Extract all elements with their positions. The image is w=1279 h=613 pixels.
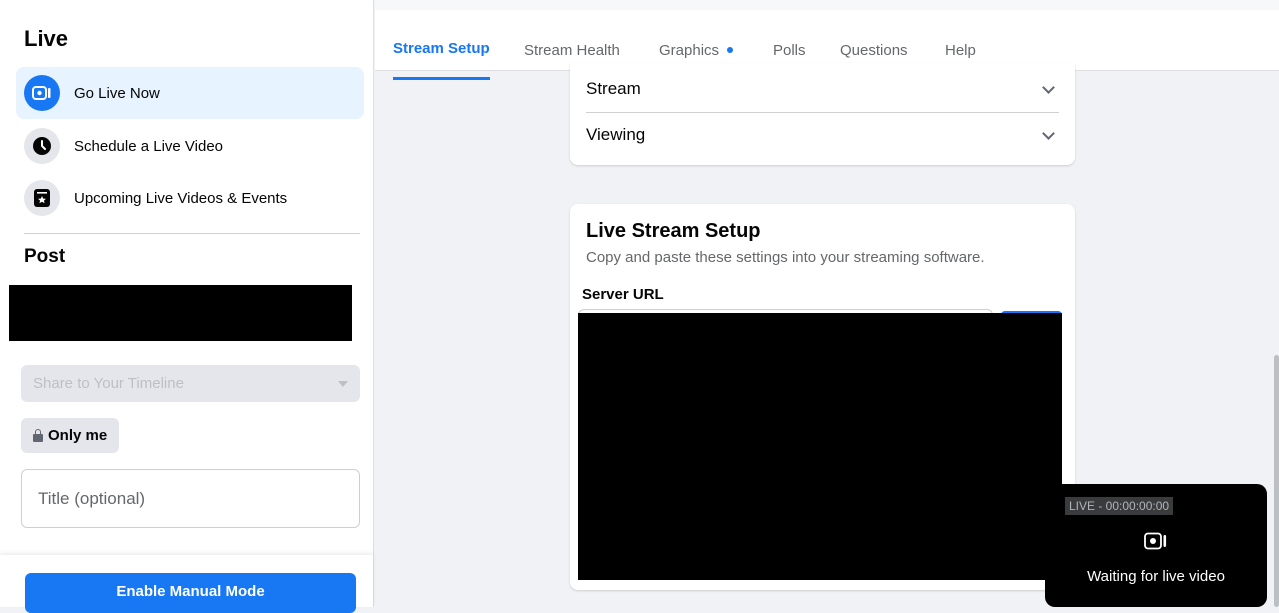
calendar-star-icon <box>24 180 60 216</box>
settings-card: Stream Viewing <box>570 63 1075 165</box>
sidebar-item-label: Go Live Now <box>74 84 160 102</box>
divider <box>24 233 360 234</box>
clock-icon <box>24 128 60 164</box>
title-input[interactable] <box>21 469 360 528</box>
server-url-label: Server URL <box>582 286 664 303</box>
sidebar-title: Live <box>24 26 69 51</box>
stream-accordion[interactable]: Stream <box>586 67 1059 111</box>
viewing-accordion[interactable]: Viewing <box>586 113 1059 157</box>
tab-label: Stream Health <box>524 41 620 59</box>
sidebar: Live Go Live Now Schedule a Live Video U… <box>0 0 374 613</box>
tab-label: Polls <box>773 41 806 59</box>
sidebar-item-schedule[interactable]: Schedule a Live Video <box>16 120 364 172</box>
privacy-button[interactable]: Only me <box>21 418 120 453</box>
sidebar-item-go-live-now[interactable]: Go Live Now <box>16 67 364 119</box>
notification-dot-icon <box>727 47 734 53</box>
sidebar-item-label: Schedule a Live Video <box>74 137 224 155</box>
tab-bar: Stream Setup Stream Health Graphics Poll… <box>375 0 1279 80</box>
post-section-title: Post <box>24 246 66 267</box>
chevron-down-icon <box>1042 126 1055 140</box>
share-destination-select[interactable]: Share to Your Timeline <box>21 365 360 402</box>
lock-icon <box>33 428 43 442</box>
enable-manual-mode-button[interactable]: Enable Manual Mode <box>25 573 356 613</box>
tab-label: Questions <box>840 41 908 59</box>
chevron-down-icon <box>1042 80 1055 94</box>
waiting-status: Waiting for live video <box>1087 568 1225 585</box>
setup-subtitle: Copy and paste these settings into your … <box>586 249 985 266</box>
tab-stream-setup[interactable]: Stream Setup <box>393 20 490 80</box>
sidebar-item-label: Upcoming Live Videos & Events <box>74 189 288 207</box>
live-preview-panel: LIVE - 00:00:00:00 Waiting for live vide… <box>1045 484 1267 607</box>
tab-label: Graphics <box>659 41 720 59</box>
video-camera-icon <box>1144 532 1167 550</box>
scrollbar[interactable] <box>1274 355 1279 607</box>
redacted-block <box>578 313 1062 580</box>
camera-icon <box>24 75 60 111</box>
live-stream-setup-card: Live Stream Setup Copy and paste these s… <box>570 204 1075 590</box>
stream-accordion-label: Stream <box>586 79 641 98</box>
share-select-label: Share to Your Timeline <box>33 375 184 392</box>
tab-label: Stream Setup <box>393 40 490 57</box>
tab-label: Help <box>945 41 976 59</box>
privacy-label: Only me <box>48 427 108 444</box>
live-timer-badge: LIVE - 00:00:00:00 <box>1065 497 1174 515</box>
sidebar-item-upcoming[interactable]: Upcoming Live Videos & Events <box>16 172 364 224</box>
redacted-block <box>9 285 352 341</box>
caret-down-icon <box>338 380 348 387</box>
viewing-accordion-label: Viewing <box>586 125 646 144</box>
setup-title: Live Stream Setup <box>586 220 761 242</box>
